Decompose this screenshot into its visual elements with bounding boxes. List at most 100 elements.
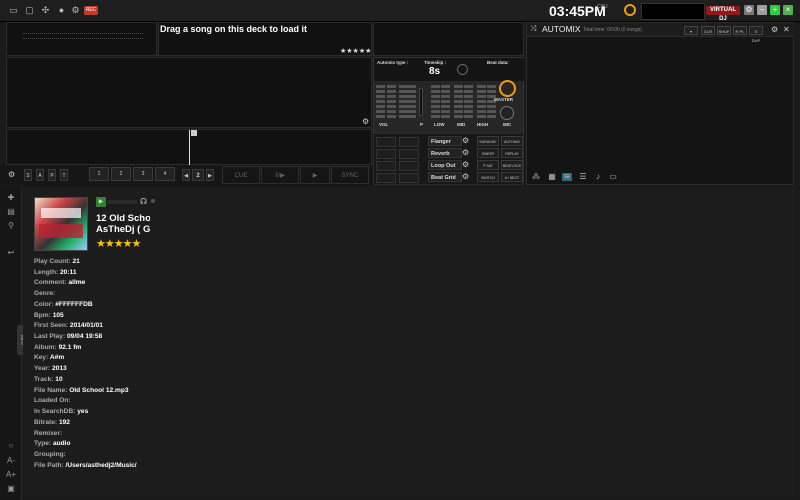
- settings-icon[interactable]: ⚙: [70, 5, 81, 15]
- mic-knob[interactable]: [500, 106, 514, 120]
- automix-remove-duplicates-button[interactable]: X DUP: [749, 26, 763, 43]
- sideview-automix-icon[interactable]: ≋: [562, 173, 572, 181]
- record-button[interactable]: REC: [84, 6, 98, 15]
- loop-double-button[interactable]: ▶: [206, 169, 214, 181]
- mixer-icon[interactable]: ✣: [40, 5, 51, 15]
- deck-button-a[interactable]: A: [36, 169, 44, 181]
- cue-dot[interactable]: [151, 199, 155, 203]
- pad-5[interactable]: [376, 161, 396, 171]
- timeskip-value[interactable]: 8s: [429, 66, 440, 77]
- playhead-marker[interactable]: [191, 130, 197, 136]
- info-row: Play Count: 21: [34, 258, 80, 265]
- font-smaller-icon[interactable]: A-: [6, 456, 16, 465]
- sweep-button[interactable]: SWEEP: [477, 148, 499, 158]
- effects-icon[interactable]: ●: [56, 5, 67, 15]
- deck-button-p[interactable]: P: [48, 169, 56, 181]
- deck-button-s[interactable]: S: [24, 169, 32, 181]
- loop-half-button[interactable]: ◀: [182, 169, 190, 181]
- window-icon[interactable]: ▢: [24, 5, 35, 15]
- filter-icon[interactable]: ⚲: [6, 221, 16, 230]
- pad-8[interactable]: [399, 173, 419, 183]
- fx-loop-out[interactable]: Loop Out: [428, 160, 462, 170]
- automix-button[interactable]: AUTOMIX: [501, 136, 523, 146]
- deck-button-t[interactable]: T: [60, 169, 68, 181]
- automix-options-icon[interactable]: ⚙: [771, 25, 778, 34]
- pad-3[interactable]: [376, 149, 396, 159]
- album-cover: [34, 197, 88, 251]
- beatlock-button[interactable]: BEATLOCK: [501, 160, 523, 170]
- deck-settings-icon[interactable]: ⚙: [8, 171, 16, 179]
- master-knob[interactable]: [499, 80, 516, 97]
- pad-6[interactable]: [399, 161, 419, 171]
- replay-button[interactable]: REPLAY: [501, 148, 523, 158]
- view-icon[interactable]: ▣: [6, 484, 16, 493]
- timeskip-knob[interactable]: [457, 64, 468, 75]
- hotcue-3[interactable]: 3: [133, 167, 153, 181]
- info-label: File Path:: [34, 461, 64, 469]
- mid-fader[interactable]: [454, 85, 463, 123]
- switch-button[interactable]: SWITCH: [477, 172, 499, 182]
- font-larger-icon[interactable]: A+: [6, 470, 16, 479]
- fx-grid-gear-icon[interactable]: ⚙: [462, 173, 470, 181]
- sideview-list-icon[interactable]: ▦: [547, 173, 557, 181]
- automix-shuffle-button[interactable]: SHUF: [717, 26, 731, 35]
- fx-loop-gear-icon[interactable]: ⚙: [462, 161, 470, 169]
- level-meter: [641, 3, 705, 20]
- fx-reverb[interactable]: Reverb: [428, 148, 462, 158]
- eq-fader-2[interactable]: [407, 85, 416, 123]
- shuffle-icon[interactable]: ⤨: [530, 24, 536, 34]
- preview-progress[interactable]: [107, 200, 137, 204]
- hotcue-2[interactable]: 2: [111, 167, 131, 181]
- maximize-button[interactable]: +: [770, 5, 780, 15]
- gear-icon[interactable]: ⚙: [362, 118, 370, 126]
- info-row: Color: #FFFFFFDB: [34, 301, 93, 308]
- play-button[interactable]: ▶: [300, 166, 330, 184]
- sideview-playlist-icon[interactable]: ☰: [578, 173, 588, 181]
- cue-button[interactable]: CUE: [222, 166, 260, 184]
- automix-clear-button[interactable]: CLR: [701, 26, 715, 35]
- song-rating[interactable]: ★★★★★: [96, 237, 141, 250]
- mid-fader-2[interactable]: [464, 85, 473, 123]
- options-icon[interactable]: ⚙: [744, 5, 754, 15]
- automix-close-icon[interactable]: ✕: [783, 25, 790, 34]
- sideview-video-icon[interactable]: ▭: [608, 173, 618, 181]
- close-button[interactable]: ×: [783, 5, 793, 15]
- pad-2[interactable]: [399, 137, 419, 147]
- next-button[interactable]: A / NEXT: [501, 172, 523, 182]
- headphones-icon[interactable]: ☊: [140, 197, 147, 206]
- hotcue-1[interactable]: 1: [89, 167, 109, 181]
- karaoke-button[interactable]: KARAOKE: [477, 136, 499, 146]
- sync-button[interactable]: SYNC: [331, 166, 369, 184]
- automix-remove-played-button[interactable]: R PL: [733, 26, 747, 35]
- automix-dropdown-button[interactable]: ▾: [684, 26, 698, 35]
- volume-fader-left[interactable]: [376, 85, 385, 123]
- fx-beat-grid[interactable]: Beat Grid: [428, 172, 462, 182]
- sideview-add-icon[interactable]: ⁂: [531, 173, 541, 181]
- fx-reverb-gear-icon[interactable]: ⚙: [462, 149, 470, 157]
- folder-icon[interactable]: ▤: [6, 207, 16, 216]
- browser-icon[interactable]: ▭: [8, 5, 19, 15]
- pause-button[interactable]: II/▶: [261, 166, 299, 184]
- sideview-mic-icon[interactable]: ♪: [593, 173, 603, 181]
- pad-1[interactable]: [376, 137, 396, 147]
- browser-add-icon[interactable]: ✚: [6, 193, 16, 202]
- pad-7[interactable]: [376, 173, 396, 183]
- master-volume-knob[interactable]: [624, 4, 636, 16]
- pad-4[interactable]: [399, 149, 419, 159]
- minimize-button[interactable]: –: [757, 5, 767, 15]
- high-fader[interactable]: [477, 85, 486, 123]
- deck-rating[interactable]: ★★★★★: [340, 47, 371, 55]
- high-fader-2[interactable]: [487, 85, 496, 123]
- low-fader[interactable]: [431, 85, 440, 123]
- undo-icon[interactable]: ↩: [6, 248, 16, 257]
- fx-flanger-gear-icon[interactable]: ⚙: [462, 137, 470, 145]
- low-fader-2[interactable]: [441, 85, 450, 123]
- hotcue-4[interactable]: 4: [155, 167, 175, 181]
- volume-fader-left-2[interactable]: [387, 85, 396, 123]
- psat-button[interactable]: P SAT: [477, 160, 499, 170]
- fx-flanger[interactable]: Flanger: [428, 136, 462, 146]
- play-preview-button[interactable]: ▶: [96, 197, 106, 207]
- pitch-slider[interactable]: [419, 88, 423, 116]
- search-settings-icon[interactable]: ○: [6, 441, 16, 450]
- info-label: Play Count:: [34, 258, 71, 265]
